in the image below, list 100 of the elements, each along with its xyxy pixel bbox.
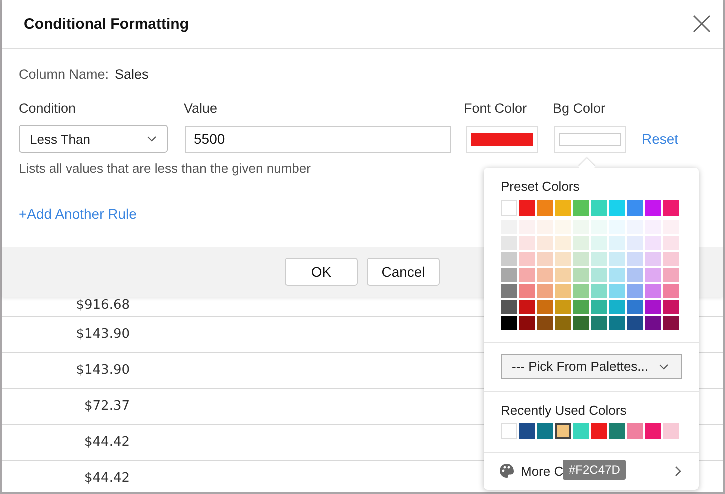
color-swatch[interactable] bbox=[555, 252, 571, 266]
color-swatch[interactable] bbox=[537, 423, 553, 439]
color-swatch[interactable] bbox=[591, 300, 607, 314]
reset-link[interactable]: Reset bbox=[642, 131, 679, 147]
color-swatch[interactable] bbox=[537, 316, 553, 330]
color-swatch[interactable] bbox=[519, 200, 535, 216]
color-swatch[interactable] bbox=[555, 268, 571, 282]
field-label: Bg Color bbox=[553, 100, 607, 116]
condition-hint: Lists all values that are less than the given number bbox=[19, 161, 311, 176]
preset-colors-title: Preset Colors bbox=[501, 179, 581, 194]
color-swatch[interactable] bbox=[627, 423, 643, 439]
color-swatch[interactable] bbox=[663, 236, 679, 250]
color-swatch[interactable] bbox=[627, 200, 643, 216]
color-swatch[interactable] bbox=[519, 316, 535, 330]
color-swatch[interactable] bbox=[555, 200, 571, 216]
color-swatch[interactable] bbox=[627, 300, 643, 314]
color-swatch[interactable] bbox=[501, 300, 517, 314]
bg-color-swatch[interactable] bbox=[554, 126, 626, 152]
color-swatch[interactable] bbox=[591, 284, 607, 298]
color-swatch[interactable] bbox=[519, 236, 535, 250]
color-swatch[interactable] bbox=[663, 200, 679, 216]
color-swatch[interactable] bbox=[501, 268, 517, 282]
palette-icon bbox=[499, 463, 515, 479]
color-swatch[interactable] bbox=[519, 252, 535, 266]
color-swatch[interactable] bbox=[573, 300, 589, 314]
color-swatch[interactable] bbox=[573, 268, 589, 282]
color-swatch[interactable] bbox=[609, 252, 625, 266]
color-swatch[interactable] bbox=[645, 268, 661, 282]
color-swatch[interactable] bbox=[627, 268, 643, 282]
color-swatch[interactable] bbox=[573, 200, 589, 216]
color-swatch[interactable] bbox=[519, 423, 535, 439]
color-swatch[interactable] bbox=[519, 300, 535, 314]
color-swatch[interactable] bbox=[555, 300, 571, 314]
color-swatch[interactable] bbox=[663, 252, 679, 266]
color-swatch[interactable] bbox=[645, 252, 661, 266]
chevron-right-icon[interactable] bbox=[675, 466, 682, 476]
palette-dropdown[interactable]: --- Pick From Palettes... bbox=[501, 354, 682, 379]
color-swatch[interactable] bbox=[573, 252, 589, 266]
color-swatch[interactable] bbox=[645, 284, 661, 298]
color-swatch[interactable] bbox=[627, 316, 643, 330]
color-swatch[interactable] bbox=[537, 300, 553, 314]
color-swatch[interactable] bbox=[555, 284, 571, 298]
color-swatch[interactable] bbox=[591, 236, 607, 250]
color-swatch[interactable] bbox=[501, 284, 517, 298]
color-swatch[interactable] bbox=[609, 236, 625, 250]
color-swatch[interactable] bbox=[609, 284, 625, 298]
table-cell-text: $44.42 bbox=[84, 435, 130, 450]
color-swatch[interactable] bbox=[627, 236, 643, 250]
color-swatch[interactable] bbox=[663, 316, 679, 330]
color-swatch[interactable] bbox=[627, 284, 643, 298]
color-swatch[interactable] bbox=[609, 423, 625, 439]
dialog-title: Conditional Formatting bbox=[24, 16, 189, 32]
add-rule-link[interactable]: +Add Another Rule bbox=[19, 206, 137, 222]
color-swatch[interactable] bbox=[573, 284, 589, 298]
color-swatch[interactable] bbox=[519, 284, 535, 298]
color-swatch[interactable] bbox=[519, 268, 535, 282]
color-swatch[interactable] bbox=[645, 236, 661, 250]
color-swatch[interactable] bbox=[537, 236, 553, 250]
color-swatch[interactable] bbox=[501, 252, 517, 266]
condition-dropdown[interactable]: Less Than bbox=[19, 125, 168, 153]
dialog-button[interactable]: OK bbox=[285, 258, 358, 286]
color-swatch[interactable] bbox=[663, 300, 679, 314]
color-swatch[interactable] bbox=[555, 423, 571, 439]
color-swatch[interactable] bbox=[591, 200, 607, 216]
dialog-button[interactable]: Cancel bbox=[367, 258, 440, 286]
color-swatch[interactable] bbox=[573, 423, 589, 439]
color-swatch[interactable] bbox=[591, 268, 607, 282]
table-cell-text: $72.37 bbox=[84, 399, 130, 414]
color-swatch[interactable] bbox=[501, 200, 517, 216]
color-swatch[interactable] bbox=[501, 236, 517, 250]
color-swatch[interactable] bbox=[555, 236, 571, 250]
color-swatch[interactable] bbox=[645, 200, 661, 216]
color-swatch[interactable] bbox=[537, 252, 553, 266]
font-color-swatch[interactable] bbox=[466, 126, 538, 152]
color-swatch[interactable] bbox=[501, 316, 517, 330]
color-swatch[interactable] bbox=[627, 252, 643, 266]
color-swatch[interactable] bbox=[645, 316, 661, 330]
close-icon[interactable] bbox=[693, 15, 711, 33]
color-swatch[interactable] bbox=[663, 284, 679, 298]
color-swatch[interactable] bbox=[609, 316, 625, 330]
color-swatch[interactable] bbox=[609, 268, 625, 282]
color-swatch[interactable] bbox=[663, 268, 679, 282]
color-swatch[interactable] bbox=[609, 300, 625, 314]
color-swatch[interactable] bbox=[591, 316, 607, 330]
color-swatch[interactable] bbox=[591, 252, 607, 266]
color-swatch[interactable] bbox=[537, 284, 553, 298]
color-swatch[interactable] bbox=[537, 200, 553, 216]
color-swatch[interactable] bbox=[573, 316, 589, 330]
value-field[interactable]: 5500 bbox=[185, 126, 451, 152]
color-swatch[interactable] bbox=[645, 300, 661, 314]
color-swatch[interactable] bbox=[537, 268, 553, 282]
color-swatch[interactable] bbox=[591, 423, 607, 439]
color-swatch[interactable] bbox=[645, 423, 661, 439]
table-cell-text: $916.68 bbox=[75, 298, 130, 313]
color-swatch[interactable] bbox=[573, 236, 589, 250]
color-swatch[interactable] bbox=[663, 423, 679, 439]
color-swatch[interactable] bbox=[555, 316, 571, 330]
more-colors-link[interactable]: More C bbox=[521, 464, 564, 478]
color-swatch[interactable] bbox=[501, 423, 517, 439]
color-swatch[interactable] bbox=[609, 200, 625, 216]
